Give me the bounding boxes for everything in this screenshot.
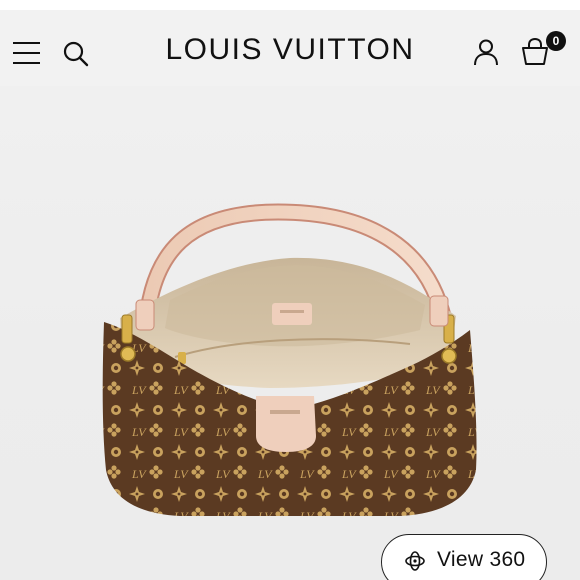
product-image[interactable]: LV [0,86,580,580]
account-icon[interactable] [472,38,500,66]
brand-logo[interactable]: LOUIS VUITTON [166,33,415,66]
menu-line [13,42,40,44]
menu-line [13,62,40,64]
rotate-360-icon [404,550,426,572]
menu-line [13,52,40,54]
cart-count-badge: 0 [546,31,566,51]
view-360-label: View 360 [437,548,526,571]
search-icon[interactable] [62,40,90,68]
product-page: LOUIS VUITTON 0 LV [0,0,580,580]
menu-icon[interactable] [13,42,40,64]
view-360-button[interactable]: View 360 [381,534,547,580]
status-strip [0,0,580,10]
